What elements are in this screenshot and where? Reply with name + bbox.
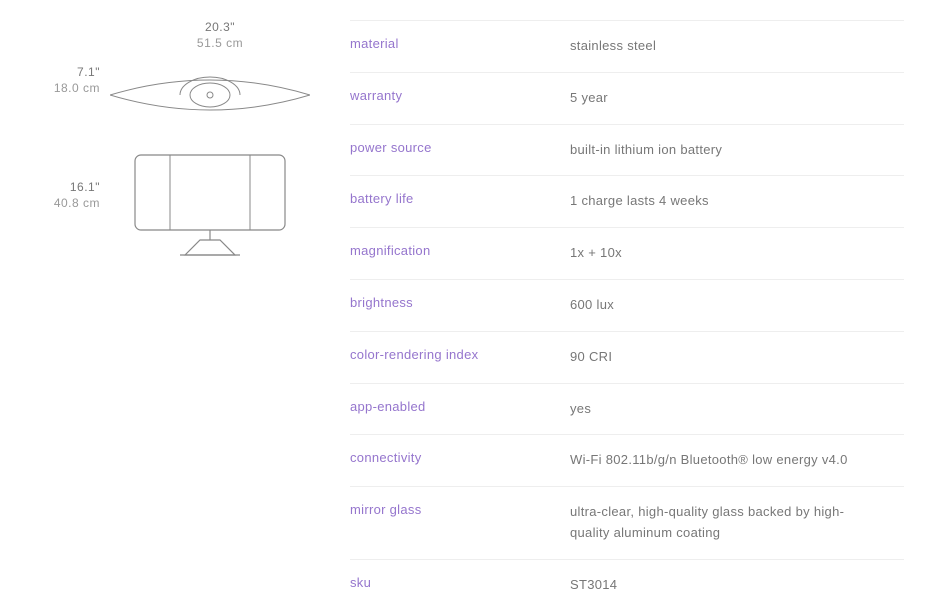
spec-label: battery life xyxy=(350,191,570,212)
spec-label: app-enabled xyxy=(350,399,570,420)
spec-label: material xyxy=(350,36,570,57)
spec-row: magnification1x + 10x xyxy=(350,227,904,279)
spec-row: color-rendering index90 CRI xyxy=(350,331,904,383)
spec-value: Wi-Fi 802.11b/g/n Bluetooth® low energy … xyxy=(570,450,904,471)
spec-row: connectivityWi-Fi 802.11b/g/n Bluetooth®… xyxy=(350,434,904,486)
spec-row: battery life1 charge lasts 4 weeks xyxy=(350,175,904,227)
spec-row: mirror glassultra-clear, high-quality gl… xyxy=(350,486,904,559)
spec-label: color-rendering index xyxy=(350,347,570,368)
height-inches: 16.1" xyxy=(40,180,100,196)
spec-row: power sourcebuilt-in lithium ion battery xyxy=(350,124,904,176)
spec-value: stainless steel xyxy=(570,36,904,57)
spec-row: brightness600 lux xyxy=(350,279,904,331)
height-dimension: 16.1" 40.8 cm xyxy=(40,180,100,211)
spec-label: brightness xyxy=(350,295,570,316)
spec-label: warranty xyxy=(350,88,570,109)
spec-row: skuST3014 xyxy=(350,559,904,611)
depth-cm: 18.0 cm xyxy=(40,81,100,97)
top-view-icon xyxy=(110,60,310,130)
spec-label: connectivity xyxy=(350,450,570,471)
spec-value: yes xyxy=(570,399,904,420)
spec-value: 600 lux xyxy=(570,295,904,316)
spec-label: power source xyxy=(350,140,570,161)
spec-label: mirror glass xyxy=(350,502,570,544)
spec-value: 1 charge lasts 4 weeks xyxy=(570,191,904,212)
front-view-diagram: 16.1" 40.8 cm xyxy=(30,150,310,280)
front-view-icon xyxy=(130,150,290,260)
top-view-diagram: 20.3" 51.5 cm 7.1" 18.0 cm xyxy=(30,20,310,130)
dimension-diagrams: 20.3" 51.5 cm 7.1" 18.0 cm 16.1" 40.8 cm xyxy=(30,20,310,611)
depth-inches: 7.1" xyxy=(40,65,100,81)
spec-value: 1x + 10x xyxy=(570,243,904,264)
spec-row: warranty5 year xyxy=(350,72,904,124)
height-cm: 40.8 cm xyxy=(40,196,100,212)
depth-dimension: 7.1" 18.0 cm xyxy=(40,65,100,96)
spec-row: materialstainless steel xyxy=(350,20,904,72)
width-inches: 20.3" xyxy=(180,20,260,36)
specs-table: materialstainless steelwarranty5 yearpow… xyxy=(350,20,904,611)
spec-row: app-enabledyes xyxy=(350,383,904,435)
spec-value: ultra-clear, high-quality glass backed b… xyxy=(570,502,904,544)
spec-value: 5 year xyxy=(570,88,904,109)
width-cm: 51.5 cm xyxy=(180,36,260,52)
spec-value: 90 CRI xyxy=(570,347,904,368)
spec-value: ST3014 xyxy=(570,575,904,596)
spec-label: magnification xyxy=(350,243,570,264)
spec-label: sku xyxy=(350,575,570,596)
width-dimension: 20.3" 51.5 cm xyxy=(180,20,260,51)
spec-value: built-in lithium ion battery xyxy=(570,140,904,161)
